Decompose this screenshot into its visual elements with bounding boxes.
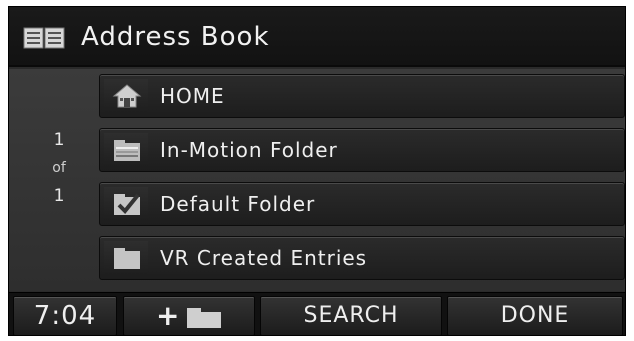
- home-icon: [112, 84, 142, 108]
- plus-icon: +: [156, 299, 180, 332]
- navigation-screen: Address Book 1 of 1 HOME In-Motion Folde…: [8, 6, 626, 336]
- item-label: HOME: [160, 84, 225, 108]
- item-icon-box: [104, 79, 148, 113]
- add-folder-button[interactable]: +: [123, 296, 255, 335]
- page-of-label: of: [52, 160, 66, 176]
- checked-folder-icon: [114, 193, 140, 215]
- list-item-in-motion-folder[interactable]: In-Motion Folder: [99, 128, 625, 172]
- folder-stack-icon: [114, 140, 140, 161]
- search-button[interactable]: SEARCH: [260, 296, 442, 335]
- item-label: In-Motion Folder: [160, 138, 338, 162]
- list-item-vr-created-entries[interactable]: VR Created Entries: [99, 236, 625, 280]
- page-current: 1: [53, 130, 65, 150]
- item-icon-box: [104, 241, 148, 275]
- page-total: 1: [53, 186, 65, 206]
- item-icon-box: [104, 187, 148, 221]
- folder-icon: [114, 248, 140, 269]
- address-book-icon: [23, 27, 65, 49]
- clock-button[interactable]: 7:04: [13, 296, 117, 335]
- folder-list-area: 1 of 1 HOME In-Motion Folder Default Fol…: [9, 69, 625, 291]
- footer-bar: 7:04 + SEARCH DONE: [9, 292, 625, 335]
- folder-icon: [187, 308, 221, 328]
- header-bar: Address Book: [9, 7, 625, 67]
- page-title: Address Book: [81, 22, 270, 52]
- item-label: Default Folder: [160, 192, 316, 216]
- list-item-default-folder[interactable]: Default Folder: [99, 182, 625, 226]
- list-item-home[interactable]: HOME: [99, 74, 625, 118]
- page-indicator: 1 of 1: [39, 129, 79, 207]
- item-icon-box: [104, 133, 148, 167]
- done-button[interactable]: DONE: [447, 296, 623, 335]
- item-label: VR Created Entries: [160, 246, 368, 270]
